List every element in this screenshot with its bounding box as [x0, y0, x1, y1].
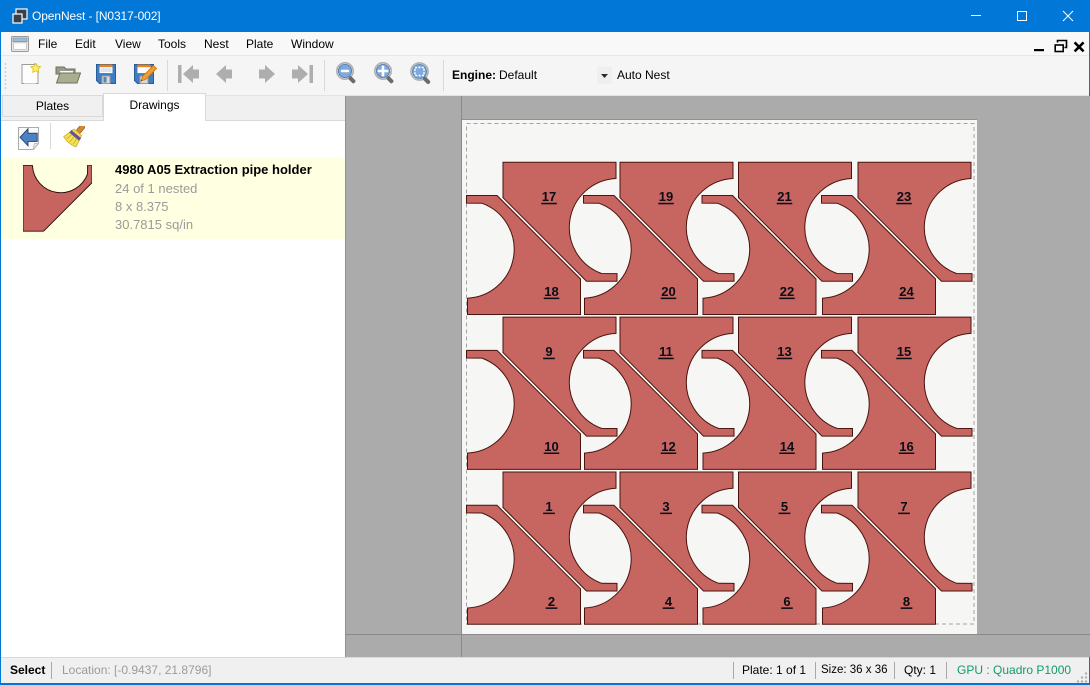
svg-text:18: 18 [544, 284, 558, 299]
svg-text:4: 4 [665, 594, 673, 609]
svg-text:15: 15 [897, 344, 911, 359]
svg-text:20: 20 [661, 284, 675, 299]
svg-text:24: 24 [899, 284, 914, 299]
svg-text:17: 17 [542, 189, 556, 204]
svg-text:8: 8 [903, 594, 910, 609]
svg-text:19: 19 [659, 189, 673, 204]
svg-text:2: 2 [548, 594, 555, 609]
svg-text:16: 16 [899, 439, 913, 454]
svg-text:11: 11 [659, 344, 673, 359]
svg-text:3: 3 [662, 499, 669, 514]
svg-text:6: 6 [783, 594, 790, 609]
svg-text:14: 14 [780, 439, 795, 454]
svg-text:10: 10 [544, 439, 558, 454]
svg-text:1: 1 [545, 499, 552, 514]
svg-text:7: 7 [900, 499, 907, 514]
svg-text:12: 12 [661, 439, 675, 454]
svg-text:13: 13 [777, 344, 791, 359]
svg-text:5: 5 [781, 499, 788, 514]
svg-text:9: 9 [545, 344, 552, 359]
svg-text:22: 22 [780, 284, 794, 299]
svg-text:21: 21 [777, 189, 791, 204]
svg-text:23: 23 [897, 189, 911, 204]
